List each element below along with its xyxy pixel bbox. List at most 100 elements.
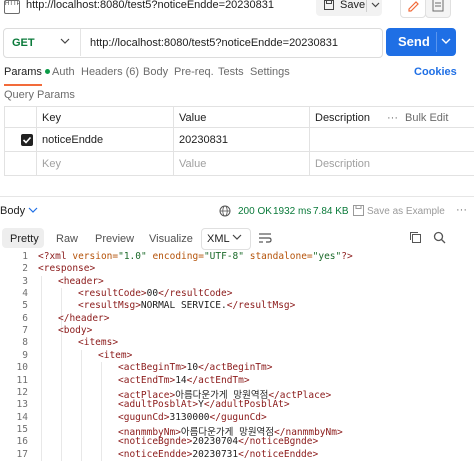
code-line: <?xml version="1.0" encoding="UTF-8" sta… [38,251,353,262]
code-line: <actBeginTm>10</actBeginTm> [118,362,273,374]
url-input[interactable]: http://localhost:8080/test5?noticeEndde=… [90,37,338,49]
chevron-down-icon[interactable] [60,36,70,46]
edit-button[interactable] [400,0,426,18]
table-col-divider [36,106,37,176]
tab-pre-request[interactable]: Pre-req. [174,66,214,78]
line-number: 17 [16,448,28,460]
line-number: 11 [16,374,28,386]
line-number: 8 [22,337,28,349]
params-active-dot [44,69,50,74]
param-key-input[interactable]: noticeEndde [42,134,103,146]
copy-icon[interactable] [409,231,422,244]
response-size[interactable]: 7.84 KB [313,206,349,217]
code-line: <actEndTm>14</actEndTm> [118,374,250,386]
indent-guide [81,349,82,461]
code-line: <items> [78,337,119,349]
line-number: 16 [16,436,28,448]
new-param-description-input[interactable]: Description [315,158,370,170]
line-number: 6 [22,312,28,324]
save-example-icon [353,205,364,216]
chevron-down-icon[interactable] [441,36,451,46]
param-enabled-checkbox[interactable] [21,134,33,146]
method-select[interactable]: GET [12,37,35,49]
new-param-value-input[interactable]: Value [179,158,206,170]
tab-settings[interactable]: Settings [250,66,290,78]
view-preview[interactable]: Preview [86,228,136,248]
tab-body[interactable]: Body [143,66,168,78]
column-header-key: Key [42,112,61,124]
chevron-down-icon[interactable] [371,0,380,9]
send-button[interactable]: Send [386,28,456,56]
pencil-icon [408,1,419,12]
format-label: XML [207,233,230,245]
globe-icon[interactable] [219,205,231,217]
bulk-edit-button[interactable]: Bulk Edit [405,112,448,124]
line-number: 12 [16,386,28,398]
save-as-example-button[interactable]: Save as Example [367,206,445,217]
table-border [4,127,474,128]
table-border-bottom [4,175,474,176]
line-number: 1 [22,251,28,262]
param-description-input[interactable] [315,134,465,146]
table-col-divider [173,106,174,176]
tab-params[interactable]: Params [4,66,50,78]
send-divider [436,32,437,52]
response-time[interactable]: 1932 ms [273,206,311,217]
save-divider [366,0,367,12]
cookies-link[interactable]: Cookies [414,66,457,78]
indent-guide [41,275,42,461]
more-options-icon[interactable]: ··· [456,204,467,216]
pane-divider[interactable] [0,196,474,197]
code-line: <gugunCd>3130000</gugunCd> [118,411,267,423]
url-divider [80,29,81,56]
view-raw-label: Raw [56,233,79,245]
tab-auth[interactable]: Auth [52,66,75,78]
search-icon[interactable] [433,231,446,244]
chevron-down-icon[interactable] [28,205,38,215]
view-preview-label: Preview [95,233,135,245]
view-raw[interactable]: Raw [48,228,82,248]
line-number: 14 [16,411,28,423]
status-code[interactable]: 200 OK [238,206,272,217]
line-number: 9 [22,349,28,361]
line-number: 13 [16,399,28,411]
save-button[interactable]: Save [316,0,382,16]
code-line: <adultPosblAt>Y</adultPosblAt> [118,399,290,411]
chevron-down-icon[interactable] [232,232,242,242]
more-options-icon[interactable]: ··· [387,112,398,124]
line-number: 5 [22,300,28,312]
checkmark-icon [22,136,32,144]
code-line: </header> [58,312,110,324]
active-tab-indicator [4,84,42,86]
tab-tests[interactable]: Tests [218,66,244,78]
table-col-divider [309,106,310,176]
save-icon [324,0,334,10]
response-body-select[interactable]: Body [0,205,25,217]
wrap-lines-icon[interactable] [257,229,273,247]
document-icon [432,0,444,12]
new-param-key-input[interactable]: Key [42,158,61,170]
http-icon: HTTP [4,0,20,14]
tab-headers[interactable]: Headers (6) [81,66,139,78]
code-line: <item> [98,349,133,361]
view-visualize[interactable]: Visualize [140,228,196,248]
table-border [4,151,474,152]
param-value-input[interactable]: 20230831 [179,134,228,146]
line-number: 4 [22,288,28,300]
line-number: 10 [16,362,28,374]
code-line: <header> [58,275,104,287]
request-tab-title[interactable]: http://localhost:8080/test5?noticeEndde=… [26,0,274,11]
code-line: <response> [38,263,96,275]
view-visualize-label: Visualize [149,233,193,245]
view-pretty[interactable]: Pretty [2,228,44,248]
code-line: <resultMsg>NORMAL SERVICE.</resultMsg> [78,300,296,312]
line-number: 7 [22,325,28,337]
documentation-button[interactable] [425,0,451,18]
line-number: 2 [22,263,28,275]
table-border-left [4,106,5,176]
code-line: <noticeBgnde>20230704</noticeBgnde> [118,436,319,448]
line-number: 15 [16,423,28,435]
column-header-value: Value [179,112,207,124]
table-border-top [4,106,474,107]
view-pretty-label: Pretty [10,233,39,245]
